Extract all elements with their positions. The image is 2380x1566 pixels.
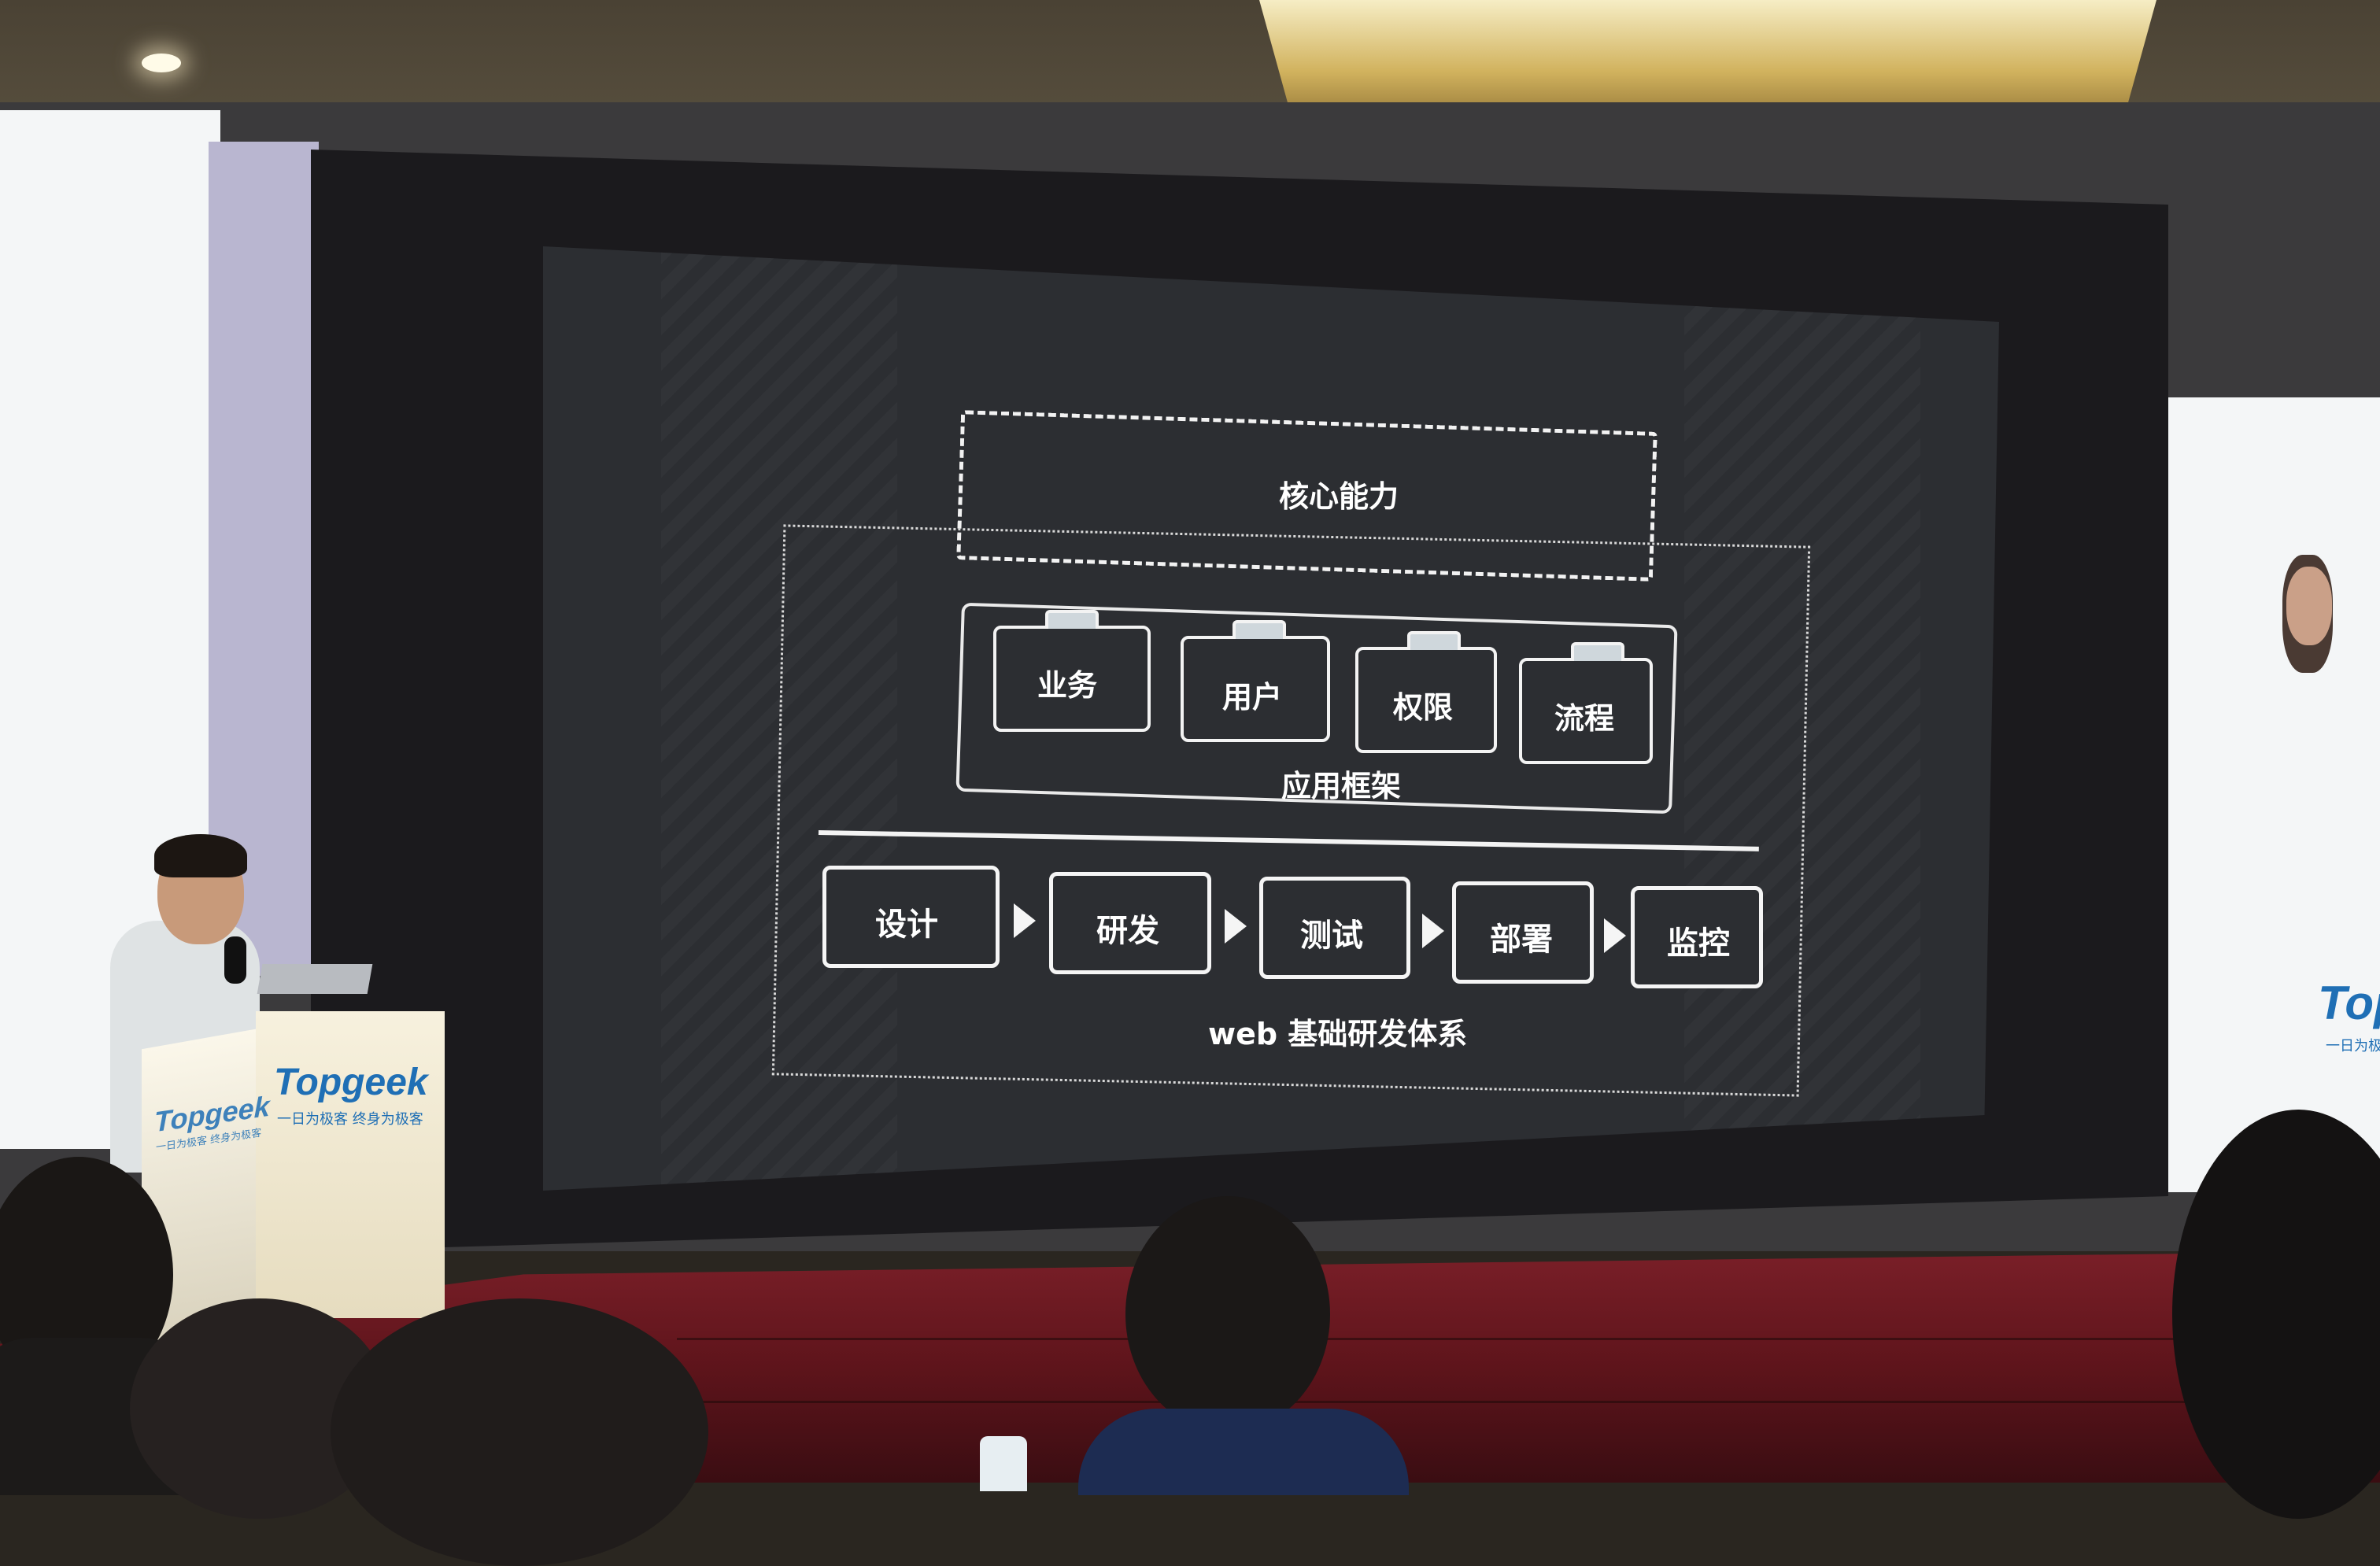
pipeline-arrow [1604,918,1626,953]
water-bottle [980,1436,1027,1491]
pipeline-arrow [1014,903,1036,938]
pipeline-step-design-label: 设计 [875,907,938,943]
audience-head [331,1298,708,1566]
podium-slogan: 一日为极客 终身为极客 [277,1111,423,1128]
app-framework-label: 应用框架 [1281,769,1402,803]
web-system-label: web 基础研发体系 [1208,1017,1468,1051]
module-permission-label: 权限 [1393,690,1454,725]
pipeline-step-develop-label: 研发 [1096,913,1159,949]
pipeline-step-test-label: 测试 [1300,918,1363,954]
audience-head [1125,1196,1330,1432]
stage-seam [677,1338,2377,1340]
side-screen-brand-logo: Topg [2318,977,2380,1029]
folder-tab [1571,642,1624,661]
podium-front [256,1011,445,1318]
pipeline-step-deploy-label: 部署 [1490,922,1553,958]
module-business-label: 业务 [1037,668,1098,703]
core-ability-label: 核心能力 [1279,479,1399,514]
ceiling-light [142,54,181,72]
folder-tab [1407,631,1461,650]
pipeline-arrow [1422,914,1444,948]
pipeline-arrow [1225,909,1247,944]
module-user-label: 用户 [1222,680,1283,715]
folder-tab [1232,620,1286,639]
laptop [257,964,373,994]
speaker-hair [154,834,247,877]
podium-brand-logo: Topgeek [274,1062,428,1103]
conference-photo: 核心能力 业务 用户 权限 流程 应用框架 设计 研发 测试 部署 监控 web… [0,0,2380,1566]
side-screen-slogan: 一日为极 [2326,1038,2380,1054]
module-process-label: 流程 [1554,701,1615,736]
folder-tab [1045,610,1099,629]
side-screen-speaker-face [2286,567,2332,645]
stage-seam [598,1401,2377,1403]
microphone [224,936,246,984]
pipeline-step-monitor-label: 监控 [1667,925,1730,962]
